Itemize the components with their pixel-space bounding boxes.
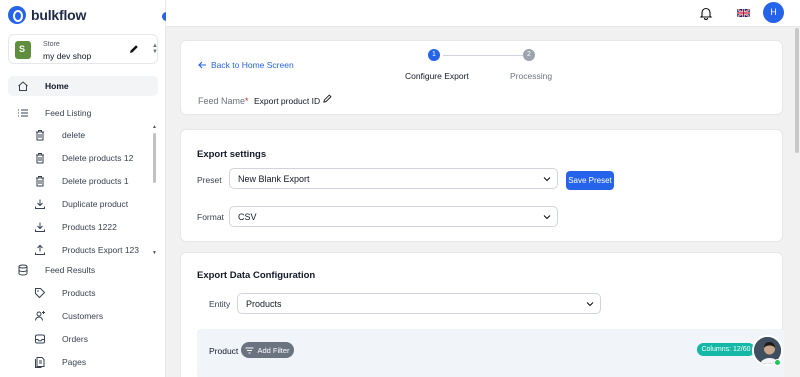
back-to-home-link[interactable]: Back to Home Screen [198, 60, 294, 70]
preset-label: Preset [197, 175, 222, 185]
trash-icon [36, 153, 44, 164]
export-data-config-title: Export Data Configuration [197, 270, 316, 281]
export-settings-card: Export settings Preset New Blank Export … [180, 129, 783, 242]
pencil-icon[interactable] [129, 44, 139, 54]
inbox-icon [35, 334, 45, 344]
bulkflow-logo-icon [8, 6, 26, 24]
sidebar-item-label: Delete products 1 [62, 176, 129, 186]
user-avatar[interactable]: H [763, 2, 784, 23]
download-icon [35, 199, 45, 209]
scroll-up-icon[interactable]: ▲ [152, 124, 157, 130]
export-header-card: Back to Home Screen 1 2 Configure Export… [180, 40, 783, 115]
home-icon [18, 81, 28, 91]
database-icon [18, 264, 28, 276]
add-filter-button[interactable]: Add Filter [241, 342, 294, 358]
arrow-left-icon [198, 61, 206, 69]
step-1-label: Configure Export [405, 71, 469, 81]
step-2-indicator: 2 [523, 49, 535, 61]
sidebar-item-label: Customers [62, 311, 104, 321]
scroll-down-icon[interactable]: ▼ [152, 250, 157, 256]
step-2-label: Processing [510, 71, 553, 81]
export-settings-title: Export settings [197, 149, 267, 160]
store-name: my dev shop [43, 51, 92, 61]
sidebar-item-duplicate-product[interactable]: Duplicate product [8, 194, 158, 214]
sidebar-item-customers[interactable]: Customers [8, 306, 158, 326]
format-value: CSV [238, 212, 257, 222]
store-selector[interactable]: Store my dev shop ▲▼ [8, 34, 158, 64]
chevron-updown-icon[interactable]: ▲ ▼ [152, 43, 158, 57]
add-filter-label: Add Filter [257, 345, 290, 355]
feed-name-label: Feed Name* [198, 96, 249, 106]
back-link-label: Back to Home Screen [211, 60, 294, 70]
pages-icon [35, 357, 45, 368]
app-name: bulkflow [31, 7, 87, 23]
uk-flag-icon[interactable] [737, 9, 750, 17]
filter-icon [245, 347, 254, 353]
stepper-connector [443, 55, 523, 56]
sidebar-item-delete[interactable]: delete [8, 125, 158, 145]
chevron-down-icon [543, 215, 551, 220]
sidebar: bulkflow Store my dev shop ▲▼ Home Feed … [0, 0, 166, 377]
save-preset-button[interactable]: Save Preset [566, 171, 614, 190]
sidebar-item-label: Products 1222 [62, 222, 117, 232]
sidebar-item-feed-results[interactable]: Feed Results [8, 260, 158, 280]
sidebar-item-feed-listing[interactable]: Feed Listing [8, 103, 158, 123]
entity-value: Products [246, 299, 282, 309]
sidebar-item-delete-products-1[interactable]: Delete products 1 [8, 171, 158, 191]
sidebar-item-delete-products-12[interactable]: Delete products 12 [8, 148, 158, 168]
feed-list-scrollbar[interactable]: ▲ ▼ [152, 124, 157, 257]
sidebar-item-products-export-123[interactable]: Products Export 123 [8, 240, 158, 260]
format-label: Format [197, 212, 224, 222]
sidebar-item-label: Duplicate product [62, 199, 129, 209]
sidebar-item-label: Orders [62, 334, 88, 344]
product-filter-bar: Product Add Filter Columns: 12/60 [197, 329, 784, 377]
sidebar-item-label: Products [62, 288, 96, 298]
bell-icon[interactable] [699, 6, 713, 20]
sidebar-item-label: Products Export 123 [62, 245, 140, 255]
list-icon [18, 109, 28, 117]
pencil-icon[interactable] [323, 94, 332, 103]
store-label: Store [43, 41, 60, 48]
sidebar-item-products[interactable]: Products [8, 283, 158, 303]
chevron-down-icon [586, 302, 594, 307]
trash-icon [36, 176, 44, 187]
sidebar-item-label: Delete products 12 [62, 153, 134, 163]
online-status-indicator [774, 359, 781, 366]
chevron-down-icon [543, 177, 551, 182]
entity-label: Entity [209, 299, 231, 309]
preset-value: New Blank Export [238, 174, 310, 184]
sidebar-item-label: delete [62, 130, 86, 140]
app-logo[interactable]: bulkflow [8, 6, 86, 24]
entity-select[interactable]: Products [237, 293, 601, 314]
export-data-config-card: Export Data Configuration Entity Product… [180, 252, 784, 377]
tag-icon [35, 288, 46, 299]
shopify-icon [15, 41, 31, 59]
page-scrollbar[interactable] [795, 28, 799, 153]
sidebar-item-pages[interactable]: Pages [8, 352, 158, 372]
sidebar-item-label: Home [45, 81, 69, 91]
columns-count-badge[interactable]: Columns: 12/60 [697, 343, 755, 356]
product-label: Product [209, 346, 239, 356]
download-icon [35, 222, 45, 232]
user-plus-icon [35, 311, 45, 321]
feed-name-value[interactable]: Export product ID [254, 96, 320, 106]
format-select[interactable]: CSV [229, 206, 558, 227]
required-marker: * [245, 96, 249, 106]
feed-name-label-text: Feed Name [198, 96, 246, 106]
scrollbar-thumb[interactable] [153, 133, 156, 183]
preset-select[interactable]: New Blank Export [229, 168, 558, 189]
sidebar-item-label: Pages [62, 357, 87, 367]
sidebar-item-home[interactable]: Home [8, 76, 158, 96]
sidebar-item-label: Feed Listing [45, 108, 92, 118]
sidebar-item-label: Feed Results [45, 265, 96, 275]
topbar: H [166, 0, 800, 27]
sidebar-item-products-1222[interactable]: Products 1222 [8, 217, 158, 237]
sidebar-item-orders[interactable]: Orders [8, 329, 158, 349]
trash-icon [36, 130, 44, 141]
step-1-indicator: 1 [428, 49, 440, 61]
upload-icon [35, 244, 45, 255]
